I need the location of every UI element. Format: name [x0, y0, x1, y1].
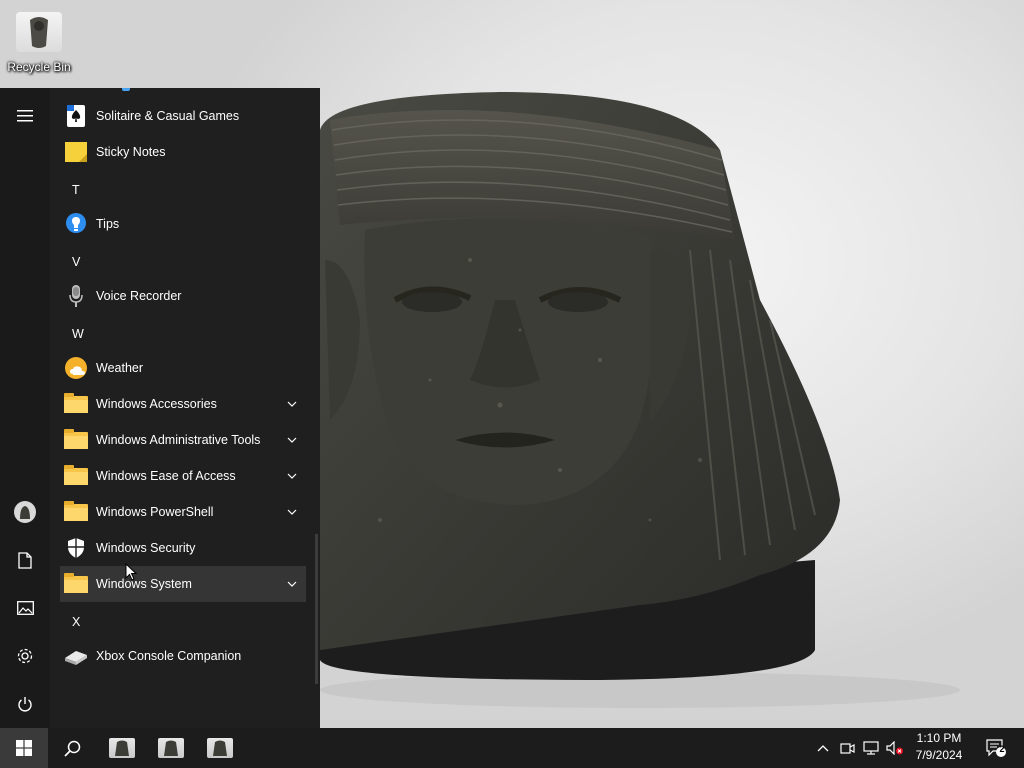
recycle-bin-icon — [16, 12, 62, 52]
recycle-bin-label: Recycle Bin — [7, 60, 71, 74]
app-label: Windows Security — [96, 541, 196, 555]
app-thumbnail — [109, 738, 135, 758]
letter-header-v[interactable]: V — [72, 244, 102, 280]
app-tips[interactable]: Tips — [60, 206, 306, 242]
weather-sun-icon — [64, 356, 88, 380]
start-button[interactable] — [0, 728, 48, 768]
clock-date: 7/9/2024 — [915, 748, 963, 762]
app-folder-windows-ease-of-access[interactable]: Windows Ease of Access — [60, 458, 306, 494]
app-folder-windows-administrative-tools[interactable]: Windows Administrative Tools — [60, 422, 306, 458]
app-label: Sticky Notes — [96, 145, 166, 159]
app-thumbnail — [207, 738, 233, 758]
xbox-console-icon — [64, 644, 88, 668]
hamburger-menu-icon[interactable] — [0, 96, 50, 136]
app-folder-windows-system[interactable]: Windows System — [60, 566, 306, 602]
folder-icon — [64, 572, 88, 596]
volume-button[interactable] — [884, 728, 906, 768]
app-label: Windows Administrative Tools — [96, 433, 261, 447]
meet-now-button[interactable] — [836, 728, 858, 768]
app-solitaire[interactable]: Solitaire & Casual Games — [60, 98, 306, 134]
search-icon — [63, 740, 80, 757]
letter-header-t[interactable]: T — [72, 172, 102, 208]
folder-icon — [64, 464, 88, 488]
sticky-notes-icon — [64, 140, 88, 164]
chevron-down-icon[interactable] — [286, 506, 298, 518]
taskbar-app-2[interactable] — [147, 728, 195, 768]
shield-icon — [64, 536, 88, 560]
chevron-down-icon[interactable] — [286, 434, 298, 446]
letter-header-w[interactable]: W — [72, 316, 102, 352]
clock-time: 1:10 PM — [916, 731, 962, 745]
app-label: Windows Accessories — [96, 397, 217, 411]
taskbar-app-1[interactable] — [98, 728, 146, 768]
app-label: Xbox Console Companion — [96, 649, 242, 663]
taskbar: 1:10 PM 7/9/2024 2 — [0, 728, 1024, 768]
chevron-down-icon[interactable] — [286, 578, 298, 590]
desktop-icon-recycle-bin[interactable]: Recycle Bin — [4, 8, 74, 74]
app-label: Tips — [96, 217, 120, 231]
search-button[interactable] — [48, 728, 96, 768]
chevron-down-icon[interactable] — [286, 470, 298, 482]
tray-overflow-button[interactable] — [812, 728, 834, 768]
start-menu: Solitaire & Casual Games Sticky Notes T … — [0, 88, 320, 728]
windows-logo-icon — [16, 740, 32, 756]
gear-icon[interactable] — [0, 636, 50, 676]
user-avatar[interactable] — [0, 492, 50, 532]
notification-count-badge: 2 — [999, 744, 1005, 754]
app-label: Weather — [96, 361, 144, 375]
app-list[interactable]: Solitaire & Casual Games Sticky Notes T … — [50, 88, 320, 728]
app-label: Solitaire & Casual Games — [96, 109, 240, 123]
app-label: Windows PowerShell — [96, 505, 214, 519]
chevron-down-icon[interactable] — [286, 398, 298, 410]
meet-now-icon — [839, 742, 855, 754]
taskbar-clock[interactable]: 1:10 PM 7/9/2024 — [906, 730, 972, 766]
app-windows-security[interactable]: Windows Security — [60, 530, 306, 566]
app-folder-windows-accessories[interactable]: Windows Accessories — [60, 386, 306, 422]
start-menu-rail — [0, 88, 50, 728]
app-weather[interactable]: Weather — [60, 350, 306, 386]
power-icon[interactable] — [0, 684, 50, 724]
app-voice-recorder[interactable]: Voice Recorder — [60, 278, 306, 314]
folder-icon — [64, 500, 88, 524]
app-list-scrollbar[interactable] — [315, 534, 318, 684]
network-button[interactable] — [860, 728, 882, 768]
app-folder-windows-powershell[interactable]: Windows PowerShell — [60, 494, 306, 530]
pictures-icon[interactable] — [0, 588, 50, 628]
app-label: Windows System — [96, 577, 192, 591]
folder-icon — [64, 428, 88, 452]
volume-muted-icon — [886, 741, 903, 755]
app-label: Windows Ease of Access — [96, 469, 236, 483]
taskbar-app-3[interactable] — [196, 728, 244, 768]
app-sticky-notes[interactable]: Sticky Notes — [60, 134, 306, 170]
tips-lightbulb-icon — [64, 212, 88, 236]
app-xbox-console-companion[interactable]: Xbox Console Companion — [60, 638, 306, 674]
app-thumbnail — [158, 738, 184, 758]
action-center-button[interactable]: 2 — [978, 728, 1014, 768]
network-icon — [863, 741, 879, 755]
document-icon[interactable] — [0, 540, 50, 580]
chevron-up-icon — [817, 745, 829, 752]
letter-header-x[interactable]: X — [72, 604, 102, 640]
app-label: Voice Recorder — [96, 289, 182, 303]
microphone-icon — [64, 284, 88, 308]
solitaire-icon — [64, 104, 88, 128]
partial-app-icon — [122, 88, 130, 91]
folder-icon — [64, 392, 88, 416]
mouse-cursor — [125, 563, 137, 581]
